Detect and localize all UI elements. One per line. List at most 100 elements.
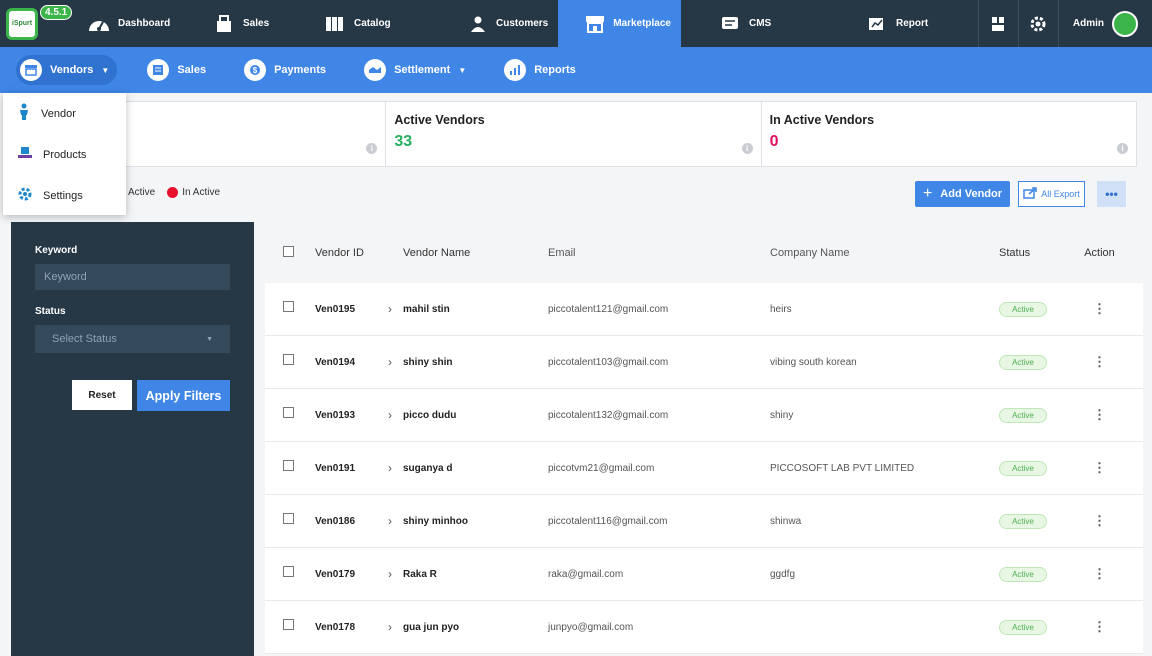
dropdown-item-settings[interactable]: Settings [3, 175, 126, 216]
row-checkbox[interactable] [283, 618, 294, 630]
nav-customers[interactable]: Customers [418, 0, 558, 47]
vendor-company: vibing south korean [770, 356, 857, 368]
vendor-company: PICCOSOFT LAB PVT LIMITED [770, 462, 915, 474]
gear-icon[interactable] [1017, 0, 1058, 47]
kebab-menu-icon[interactable]: ⋮ [1093, 566, 1106, 581]
chevron-right-icon[interactable]: › [388, 514, 403, 528]
chevron-right-icon[interactable]: › [388, 355, 403, 369]
sub-navbar: Vendors ▼ Sales $ Payments Settlement ▼ … [0, 47, 1152, 93]
admin-label: Admin [1072, 18, 1104, 29]
nav-report[interactable]: Report [791, 0, 941, 47]
kebab-menu-icon[interactable]: ⋮ [1093, 407, 1106, 422]
status-cell: Active [993, 354, 1056, 370]
table-row[interactable]: Ven0178 › gua jun pyo junpyo@gmail.com Activ… [265, 601, 1143, 654]
chevron-right-icon[interactable]: › [388, 302, 403, 316]
header-company[interactable]: Company Name [770, 247, 993, 259]
add-vendor-button[interactable]: + Add Vendor [915, 181, 1010, 207]
more-options-button[interactable]: ••• [1097, 181, 1126, 207]
chevron-right-icon[interactable]: › [388, 408, 403, 422]
vendor-store-icon [20, 59, 42, 81]
table-row[interactable]: Ven0179 › Raka Rraka@gmail.com ggdfg Active ⋮ [265, 548, 1143, 601]
chevron-right-icon[interactable]: › [388, 567, 403, 581]
reset-button[interactable]: Reset [72, 380, 132, 410]
table-row[interactable]: Ven0186 › shiny minhoo piccotalent116@gmail… [265, 495, 1143, 548]
sales-icon [147, 59, 170, 81]
nav-sales[interactable]: Sales [183, 0, 288, 47]
row-checkbox[interactable] [283, 459, 294, 471]
vendor-name[interactable]: Raka R [403, 569, 548, 580]
status-badge: Active [999, 407, 1047, 423]
subnav-sales[interactable]: Sales [147, 59, 206, 81]
nav-cms-label: CMS [749, 18, 772, 29]
header-email[interactable]: Email [548, 247, 770, 259]
subnav-settlement-label: Settlement [394, 64, 451, 76]
cart-icon [213, 14, 235, 33]
subnav-vendors[interactable]: Vendors ▼ [16, 55, 118, 85]
vendor-name[interactable]: mahil stin [403, 304, 548, 315]
nav-catalog[interactable]: Catalog [288, 0, 418, 47]
cms-icon [719, 15, 741, 33]
info-icon[interactable]: i [741, 143, 753, 154]
select-all-checkbox[interactable] [283, 245, 294, 257]
row-checkbox[interactable] [283, 300, 294, 312]
layout-icon[interactable] [977, 0, 1018, 47]
subnav-settlement[interactable]: Settlement ▼ [364, 59, 466, 81]
kebab-menu-icon[interactable]: ⋮ [1093, 619, 1106, 634]
red-dot-icon [167, 187, 179, 198]
gear-icon [17, 186, 33, 205]
kebab-menu-icon[interactable]: ⋮ [1093, 460, 1106, 475]
card-inactive-vendors: In Active Vendors 0 i [760, 102, 1136, 166]
kebab-menu-icon[interactable]: ⋮ [1093, 301, 1106, 316]
subnav-payments[interactable]: $ Payments [244, 59, 326, 81]
vendor-email: raka@gmail.com [548, 568, 624, 580]
info-icon[interactable]: i [366, 143, 378, 154]
vendor-id: Ven0194 [315, 356, 356, 368]
legend-inactive-label: In Active [182, 187, 221, 199]
top-nav: Dashboard Sales Catalog Customers Market… [78, 0, 978, 47]
status-badge: Active [999, 619, 1047, 635]
admin-menu[interactable]: Admin [1057, 0, 1152, 47]
version-badge: 4.5.1 [40, 5, 73, 20]
nav-cms[interactable]: CMS [681, 0, 791, 47]
nav-dashboard-label: Dashboard [118, 18, 171, 29]
vendor-name[interactable]: shiny shin [403, 357, 548, 368]
subnav-reports[interactable]: Reports [504, 59, 576, 81]
dropdown-item-vendor[interactable]: Vendor [3, 93, 126, 134]
nav-marketplace[interactable]: Marketplace [558, 0, 681, 47]
status-select[interactable]: Select Status ▼ [35, 325, 230, 353]
chevron-right-icon[interactable]: › [388, 461, 403, 475]
vendor-name[interactable]: picco dudu [403, 410, 548, 421]
legend-active-label: Active [128, 187, 156, 199]
card-active-vendors: Active Vendors 33 i [385, 102, 760, 166]
table-row[interactable]: Ven0193 › picco dudu piccotalent132@gmail.c… [265, 389, 1143, 442]
row-checkbox[interactable] [283, 406, 294, 418]
subnav-sales-label: Sales [177, 64, 207, 76]
table-row[interactable]: Ven0191 › suganya d piccotvm21@gmail.com PIC… [265, 442, 1143, 495]
subnav-payments-label: Payments [274, 64, 327, 76]
brand[interactable]: iSpurt 4.5.1 [0, 0, 78, 47]
vendor-name[interactable]: shiny minhoo [403, 516, 548, 527]
vendor-name[interactable]: suganya d [403, 463, 548, 474]
person-icon [17, 103, 31, 124]
header-vendor-name[interactable]: Vendor Name [403, 247, 548, 259]
vendor-name[interactable]: gua jun pyo [403, 622, 548, 633]
kebab-menu-icon[interactable]: ⋮ [1093, 513, 1106, 528]
dropdown-item-products[interactable]: Products [3, 134, 126, 175]
filter-panel: Keyword Status Select Status ▼ Reset App… [11, 222, 254, 656]
row-checkbox[interactable] [283, 353, 294, 365]
table-row[interactable]: Ven0195 › mahil stin piccotalent121@gmail.c… [265, 283, 1143, 336]
header-vendor-id[interactable]: Vendor ID [315, 247, 388, 259]
keyword-input[interactable] [35, 264, 230, 290]
info-icon[interactable]: i [1116, 143, 1128, 154]
kebab-menu-icon[interactable]: ⋮ [1093, 354, 1106, 369]
apply-filters-button[interactable]: Apply Filters [137, 380, 230, 411]
action-cell: ⋮ [1056, 619, 1143, 635]
nav-dashboard[interactable]: Dashboard [78, 0, 183, 47]
more-label: ••• [1105, 187, 1118, 201]
header-status[interactable]: Status [993, 247, 1056, 259]
row-checkbox[interactable] [283, 565, 294, 577]
row-checkbox[interactable] [283, 512, 294, 524]
table-row[interactable]: Ven0194 › shiny shin piccotalent103@gmail.c… [265, 336, 1143, 389]
export-button[interactable]: All Export [1018, 181, 1085, 207]
chevron-right-icon[interactable]: › [388, 620, 403, 634]
